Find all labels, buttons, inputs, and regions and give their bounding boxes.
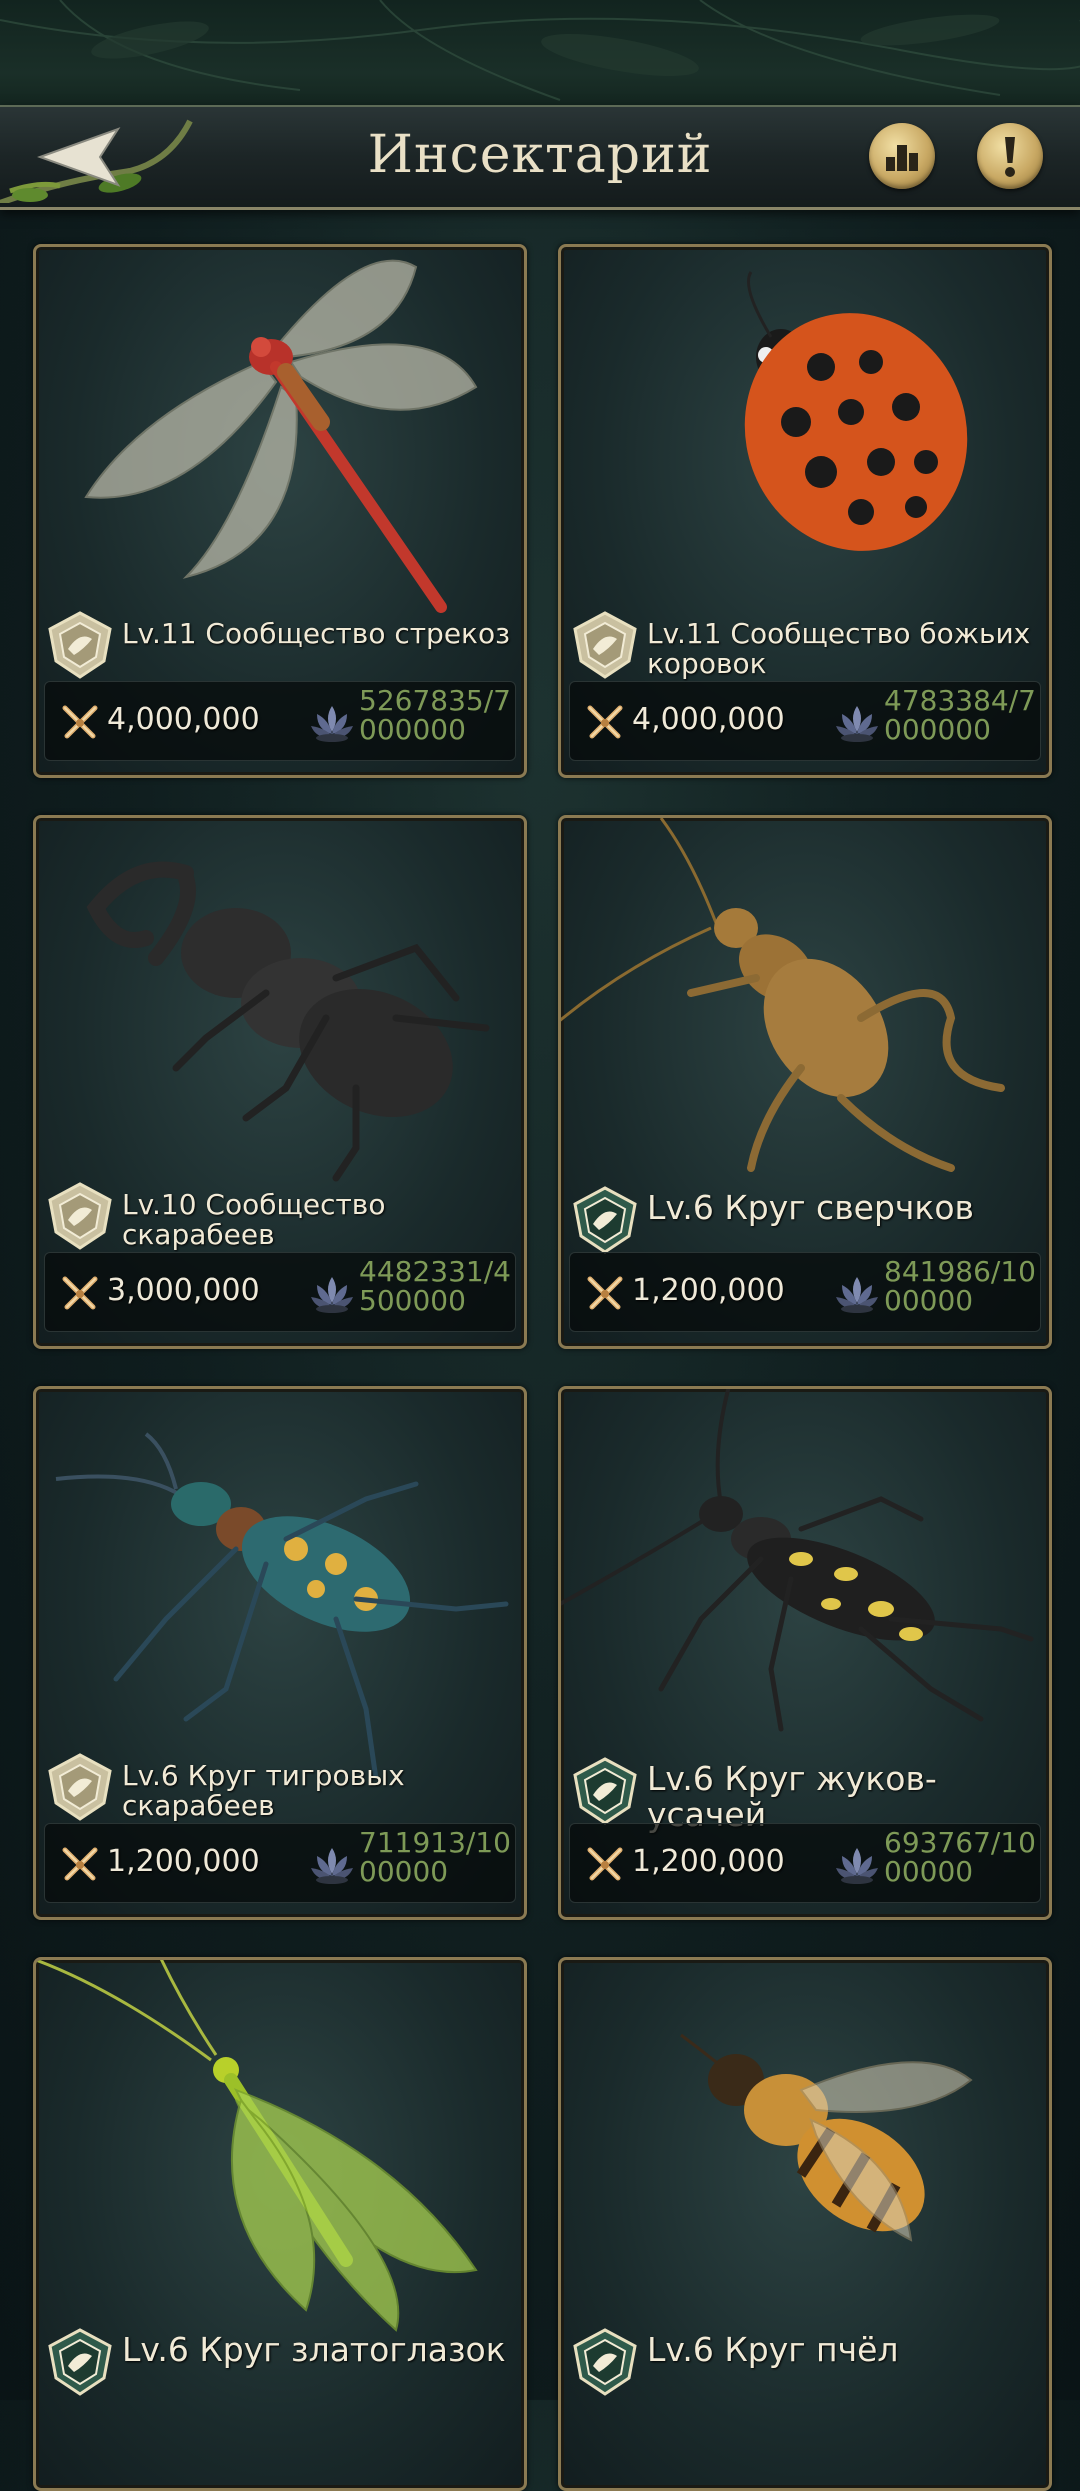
clan-emblem-icon: [44, 1180, 116, 1252]
lotus-icon: [307, 1842, 357, 1886]
clan-emblem-icon: [44, 1751, 116, 1823]
stat-bar: 3,000,000 4482331/4500000: [44, 1252, 516, 1332]
insect-card-cricket[interactable]: Lv.6 Круг сверчков 1,200,000 841986/1000…: [558, 815, 1052, 1349]
clan-emblem-icon: [569, 609, 641, 681]
card-title: Lv.11 Сообщество стрекоз: [122, 617, 510, 650]
resource-progress: 5267835/7000000: [359, 684, 511, 746]
power-value: 1,200,000: [632, 1844, 785, 1879]
card-title: Lv.11 Сообщество божьих коровок: [647, 617, 1031, 680]
crossed-swords-icon: [59, 1844, 101, 1886]
lacewing-image: [36, 1960, 478, 2332]
bee-image: [680, 2033, 973, 2242]
stat-bar: 1,200,000 841986/1000000: [569, 1252, 1041, 1332]
cricket-image: [561, 818, 1005, 1172]
clan-emblem-icon: [44, 609, 116, 681]
resource-progress: 711913/1000000: [359, 1826, 511, 1888]
stat-bar: 4,000,000 5267835/7000000: [44, 681, 516, 761]
resource-progress: 841986/1000000: [884, 1255, 1036, 1317]
stat-bar: 1,200,000 711913/1000000: [44, 1823, 516, 1903]
insect-card-ladybug[interactable]: Lv.11 Сообщество божьих коровок 4,000,00…: [558, 244, 1052, 778]
card-title: Lv.6 Круг пчёл: [647, 2330, 899, 2369]
exclamation-icon: [1005, 137, 1015, 177]
header-bar: Инсектарий: [0, 105, 1080, 210]
lotus-icon: [832, 1271, 882, 1315]
card-title: Lv.6 Круг златоглазок: [122, 2330, 506, 2369]
power-value: 4,000,000: [632, 702, 785, 737]
leaderboard-button[interactable]: [869, 123, 935, 189]
ladybug-image: [744, 271, 968, 551]
crossed-swords-icon: [584, 1844, 626, 1886]
stat-bar: 1,200,000 693767/1000000: [569, 1823, 1041, 1903]
insect-card-bee[interactable]: Lv.6 Круг пчёл: [558, 1957, 1052, 2491]
crossed-swords-icon: [584, 702, 626, 744]
card-title: Lv.6 Круг тигровых скарабеев: [122, 1759, 405, 1822]
power-value: 3,000,000: [107, 1273, 260, 1308]
resource-progress: 693767/1000000: [884, 1826, 1036, 1888]
insect-card-tiger-beetle[interactable]: Lv.6 Круг тигровых скарабеев 1,200,000 7…: [33, 1386, 527, 1920]
lotus-icon: [307, 700, 357, 744]
power-value: 4,000,000: [107, 702, 260, 737]
crossed-swords-icon: [584, 1273, 626, 1315]
longhorn-beetle-image: [561, 1389, 1034, 1732]
top-decoration: [0, 0, 1080, 105]
resource-progress: 4482331/4500000: [359, 1255, 511, 1317]
card-title: Lv.10 Сообщество скарабеев: [122, 1188, 386, 1251]
crossed-swords-icon: [59, 1273, 101, 1315]
stag-beetle-image: [86, 861, 490, 1182]
card-title: Lv.6 Круг сверчков: [647, 1188, 974, 1227]
tiger-beetle-image: [55, 1432, 509, 1779]
lotus-icon: [832, 1842, 882, 1886]
lotus-icon: [832, 700, 882, 744]
leaderboard-icon: [886, 145, 918, 171]
clan-emblem-icon: [569, 1755, 641, 1827]
dragonfly-image: [84, 259, 478, 613]
insect-card-lacewing[interactable]: Lv.6 Круг златоглазок: [33, 1957, 527, 2491]
resource-progress: 4783384/7000000: [884, 684, 1036, 746]
insect-card-stag-beetle[interactable]: Lv.10 Сообщество скарабеев 3,000,000 448…: [33, 815, 527, 1349]
clan-emblem-icon: [569, 1184, 641, 1256]
info-button[interactable]: [977, 123, 1043, 189]
power-value: 1,200,000: [632, 1273, 785, 1308]
stat-bar: 4,000,000 4783384/7000000: [569, 681, 1041, 761]
power-value: 1,200,000: [107, 1844, 260, 1879]
insect-card-longhorn-beetle[interactable]: Lv.6 Круг жуков-усачей 1,200,000 693767/…: [558, 1386, 1052, 1920]
insect-card-dragonfly[interactable]: Lv.11 Сообщество стрекоз 4,000,000 52678…: [33, 244, 527, 778]
clan-emblem-icon: [44, 2326, 116, 2398]
lotus-icon: [307, 1271, 357, 1315]
clan-emblem-icon: [569, 2326, 641, 2398]
crossed-swords-icon: [59, 702, 101, 744]
